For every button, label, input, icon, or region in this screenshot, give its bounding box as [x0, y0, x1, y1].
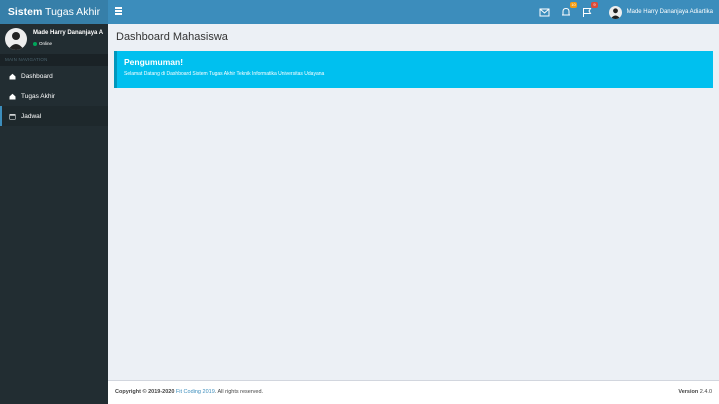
nav-header: MAIN NAVIGATION [0, 54, 108, 66]
calendar-icon [9, 113, 16, 119]
main-content: Dashboard Mahasiswa Pengumuman! Selamat … [108, 24, 719, 380]
version-number: 2.4.0 [699, 389, 712, 395]
sidebar-item-label: Jadwal [21, 112, 42, 120]
menu-toggle-icon[interactable] [115, 7, 122, 15]
user-menu[interactable]: Made Harry Dananjaya Adiartika [608, 4, 713, 20]
tugas-akhir-icon [9, 93, 16, 99]
sidebar-item-label: Dashboard [21, 72, 53, 80]
sidebar-item-dashboard[interactable]: Dashboard [0, 66, 108, 86]
sidebar-user-name: Made Harry Dananjaya A [33, 30, 104, 36]
version-info: Version 2.4.0 [678, 381, 712, 404]
notifications-badge: 10 [570, 2, 577, 8]
logo-bold: Sistem [7, 6, 43, 18]
messages-button[interactable] [538, 5, 552, 19]
page-title: Dashboard Mahasiswa [116, 31, 228, 43]
user-panel: Made Harry Dananjaya A Online [0, 24, 108, 54]
logo-rest: Tugas Akhir [42, 6, 101, 18]
user-name: Made Harry Dananjaya Adiartika [626, 9, 713, 15]
footer-suffix: . All rights reserved. [214, 389, 264, 395]
sidebar-item-label: Tugas Akhir [21, 92, 56, 100]
notifications-button[interactable]: 10 [559, 2, 577, 19]
tasks-badge: 9 [591, 2, 598, 8]
dashboard-icon [9, 73, 16, 79]
footer-link[interactable]: Fit Coding 2019 [176, 389, 215, 395]
envelope-icon [539, 8, 550, 17]
sidebar: Made Harry Dananjaya A Online MAIN NAVIG… [0, 24, 108, 404]
status-label: Online [39, 41, 53, 46]
version-label: Version [678, 389, 699, 395]
footer: Copyright © 2019-2020 Fit Coding 2019. A… [108, 380, 719, 404]
sidebar-item-jadwal[interactable]: Jadwal [0, 106, 108, 126]
announcement-text: Selamat Datang di Dashboard Sistem Tugas… [124, 71, 325, 77]
tasks-button[interactable]: 9 [580, 2, 598, 19]
app-logo[interactable]: Sistem Tugas Akhir [0, 0, 108, 24]
copyright-prefix: Copyright © 2019-2020 [115, 389, 175, 395]
announcement-heading: Pengumuman! [124, 57, 184, 67]
online-status: Online [33, 41, 52, 46]
avatar [5, 28, 27, 50]
footer-copyright: Copyright © 2019-2020 Fit Coding 2019. A… [115, 389, 263, 395]
announcement-callout: Pengumuman! Selamat Datang di Dashboard … [114, 51, 713, 88]
top-navbar: 10 9 Made Harry Dananjaya Adiartika [108, 0, 719, 24]
user-avatar-icon [608, 5, 622, 19]
sidebar-item-tugas-akhir[interactable]: Tugas Akhir [0, 86, 108, 106]
status-dot-icon [33, 41, 37, 46]
